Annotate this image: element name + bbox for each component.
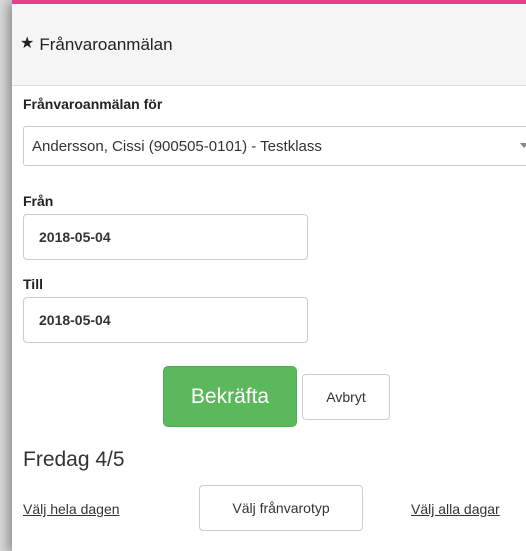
star-icon: ★ [20,34,35,52]
select-all-days-link[interactable]: Välj alla dagar [411,501,500,517]
absence-for-label: Frånvaroanmälan för [23,96,163,112]
student-select-value: Andersson, Cissi (900505-0101) - Testkla… [32,137,322,155]
chevron-down-icon [520,143,526,148]
panel-header: ★ Frånvaroanmälan [12,4,526,86]
from-date-input[interactable]: 2018-05-04 [23,214,308,260]
panel-title: Frånvaroanmälan [39,34,173,54]
from-label: Från [23,193,54,209]
confirm-button[interactable]: Bekräfta [163,366,297,427]
cancel-button[interactable]: Avbryt [302,374,390,420]
to-date-value: 2018-05-04 [39,312,111,328]
select-whole-day-link[interactable]: Välj hela dagen [23,501,120,517]
absence-report-window: ★ Frånvaroanmälan Frånvaroanmälan för An… [12,0,526,551]
to-date-input[interactable]: 2018-05-04 [23,297,308,343]
student-select[interactable]: Andersson, Cissi (900505-0101) - Testkla… [23,126,526,166]
select-absence-type-button[interactable]: Välj frånvarotyp [199,485,363,531]
day-heading: Fredag 4/5 [23,448,125,471]
from-date-value: 2018-05-04 [39,229,111,245]
to-label: Till [23,276,43,292]
